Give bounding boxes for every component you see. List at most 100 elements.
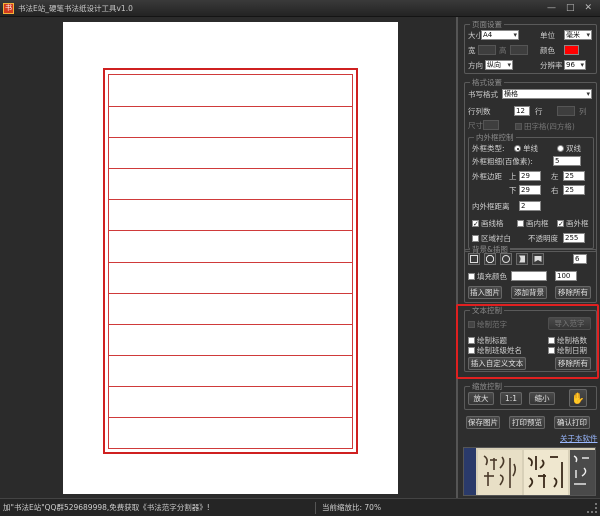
fill-color-swatch[interactable] bbox=[511, 271, 547, 281]
window-title: 书法E站_硬笔书法纸设计工具v1.0 bbox=[18, 3, 133, 13]
writing-format-label: 书写格式 bbox=[468, 90, 498, 99]
group-zoom-control: 缩放控制 放大 1:1 缩小 ✋ bbox=[464, 381, 597, 410]
fill-color-checkbox[interactable]: 填充颜色 bbox=[468, 271, 507, 282]
confirm-print-button[interactable]: 确认打印 bbox=[554, 416, 590, 429]
zoom-reset-button[interactable]: 1:1 bbox=[500, 392, 522, 405]
add-background-button[interactable]: 添加背景 bbox=[511, 286, 547, 299]
zoom-out-button[interactable]: 缩小 bbox=[529, 392, 555, 405]
minimize-icon[interactable]: — bbox=[547, 3, 556, 13]
opacity-input[interactable]: 255 bbox=[563, 233, 585, 243]
square-shape-icon[interactable] bbox=[468, 253, 480, 265]
outer-type-label: 外框类型: bbox=[472, 144, 505, 153]
app-window: 书 书法E站_硬笔书法纸设计工具v1.0 — □ ✕ 页面设置 大小 A4 单位… bbox=[0, 0, 600, 516]
highlight-box bbox=[456, 304, 599, 379]
top-label: 上 bbox=[509, 172, 517, 181]
thickness-input[interactable]: 5 bbox=[553, 156, 581, 166]
bottom-label: 下 bbox=[509, 186, 517, 195]
group-title: 页面设置 bbox=[470, 19, 504, 30]
app-logo-icon: 书 bbox=[3, 2, 14, 14]
area-white-checkbox[interactable]: 区域衬白 bbox=[472, 233, 511, 244]
ruled-line bbox=[109, 354, 352, 356]
gap-input[interactable]: 2 bbox=[519, 201, 541, 211]
half-shape-icon[interactable] bbox=[516, 253, 528, 265]
ruled-line bbox=[109, 199, 352, 201]
close-icon[interactable]: ✕ bbox=[584, 3, 592, 13]
left-label: 左 bbox=[551, 172, 559, 181]
group-style-settings: 格式设置 书写格式 横格 行列数 12 行 列 尺寸 田字格(四方格) 内外框控… bbox=[464, 77, 597, 252]
paper-color-swatch[interactable] bbox=[564, 45, 579, 55]
bottom-margin-input[interactable]: 29 bbox=[519, 185, 541, 195]
unit-label: 单位 bbox=[540, 31, 555, 40]
status-divider bbox=[315, 501, 316, 514]
margin-label: 外框边距 bbox=[472, 172, 502, 181]
ruled-line bbox=[109, 106, 352, 108]
ruled-line bbox=[109, 137, 352, 139]
draw-inner-checkbox[interactable]: 画内框 bbox=[517, 218, 549, 229]
about-link[interactable]: 关于本软件 bbox=[560, 433, 598, 444]
outer-frame bbox=[103, 68, 358, 454]
insert-image-button[interactable]: 插入图片 bbox=[468, 286, 502, 299]
double-line-radio[interactable]: 双线 bbox=[557, 143, 581, 154]
grid-size-input[interactable] bbox=[483, 120, 499, 130]
right-margin-input[interactable]: 25 bbox=[563, 185, 585, 195]
status-bar: 加"书法E站"QQ群529689998,免费获取《书法范字分割器》! 当前缩放比… bbox=[0, 498, 600, 516]
ruled-line bbox=[109, 261, 352, 263]
settings-panel: 页面设置 大小 A4 单位 毫米 宽 高 颜色 方向 纵向 分辨率 96 格式设… bbox=[460, 17, 600, 498]
fill-value-input[interactable]: 100 bbox=[555, 271, 577, 281]
rows-label: 行列数 bbox=[468, 107, 491, 116]
resize-grip-icon[interactable] bbox=[587, 502, 597, 513]
dpi-select[interactable]: 96 bbox=[564, 60, 586, 70]
writing-format-select[interactable]: 横格 bbox=[502, 89, 592, 99]
group-paper-settings: 页面设置 大小 A4 单位 毫米 宽 高 颜色 方向 纵向 分辨率 96 bbox=[464, 19, 597, 74]
remove-all-background-button[interactable]: 移除所有 bbox=[555, 286, 591, 299]
row-unit-label: 行 bbox=[535, 107, 543, 116]
top-margin-input[interactable]: 29 bbox=[519, 171, 541, 181]
print-preview-button[interactable]: 打印预览 bbox=[509, 416, 545, 429]
octagon-shape-icon[interactable] bbox=[484, 253, 496, 265]
template-thumbnails[interactable] bbox=[463, 447, 596, 496]
group-title: 缩放控制 bbox=[470, 381, 504, 392]
paper-preview[interactable] bbox=[63, 22, 398, 494]
width-input[interactable] bbox=[478, 45, 496, 55]
zoom-readout: 当前缩放比: 70% bbox=[322, 503, 382, 512]
calligraphy-preview-images bbox=[464, 448, 595, 495]
dpi-label: 分辨率 bbox=[540, 61, 563, 70]
draw-outer-checkbox[interactable]: ✓ 画外框 bbox=[557, 218, 589, 229]
single-line-radio[interactable]: 单线 bbox=[514, 143, 538, 154]
status-message: 加"书法E站"QQ群529689998,免费获取《书法范字分割器》! bbox=[3, 503, 210, 512]
color-label: 颜色 bbox=[540, 46, 555, 55]
shape-count-input[interactable]: 6 bbox=[573, 254, 587, 264]
grid-size-label: 尺寸 bbox=[468, 121, 483, 130]
group-title: 格式设置 bbox=[470, 77, 504, 88]
ruled-line bbox=[109, 416, 352, 418]
cols-input[interactable] bbox=[557, 106, 575, 116]
group-title: 内外框控制 bbox=[474, 132, 516, 143]
col-unit-label: 列 bbox=[579, 107, 587, 116]
width-label: 宽 bbox=[468, 46, 476, 55]
height-input[interactable] bbox=[510, 45, 528, 55]
banner-shape-icon[interactable] bbox=[532, 253, 544, 265]
ruled-line bbox=[109, 385, 352, 387]
save-image-button[interactable]: 保存图片 bbox=[466, 416, 500, 429]
ruled-line bbox=[109, 168, 352, 170]
orientation-select[interactable]: 纵向 bbox=[485, 60, 513, 70]
ruled-line bbox=[109, 323, 352, 325]
hand-pan-icon[interactable]: ✋ bbox=[569, 389, 587, 407]
canvas-area[interactable] bbox=[0, 17, 458, 498]
maximize-icon[interactable]: □ bbox=[566, 3, 575, 13]
rows-input[interactable]: 12 bbox=[514, 106, 530, 116]
window-controls: — □ ✕ bbox=[547, 3, 600, 13]
tianzige-checkbox[interactable]: 田字格(四方格) bbox=[515, 121, 575, 132]
left-margin-input[interactable]: 25 bbox=[563, 171, 585, 181]
gap-label: 内外框距离 bbox=[472, 202, 510, 211]
opacity-label: 不透明度 bbox=[528, 234, 558, 243]
unit-select[interactable]: 毫米 bbox=[564, 30, 592, 40]
draw-grid-checkbox[interactable]: ✓ 画线格 bbox=[472, 218, 504, 229]
circle-shape-icon[interactable] bbox=[500, 253, 512, 265]
zoom-in-button[interactable]: 放大 bbox=[468, 392, 494, 405]
orientation-label: 方向 bbox=[468, 61, 483, 70]
height-label: 高 bbox=[499, 46, 507, 55]
title-bar: 书 书法E站_硬笔书法纸设计工具v1.0 — □ ✕ bbox=[0, 0, 600, 17]
right-label: 右 bbox=[551, 186, 559, 195]
size-select[interactable]: A4 bbox=[481, 30, 519, 40]
